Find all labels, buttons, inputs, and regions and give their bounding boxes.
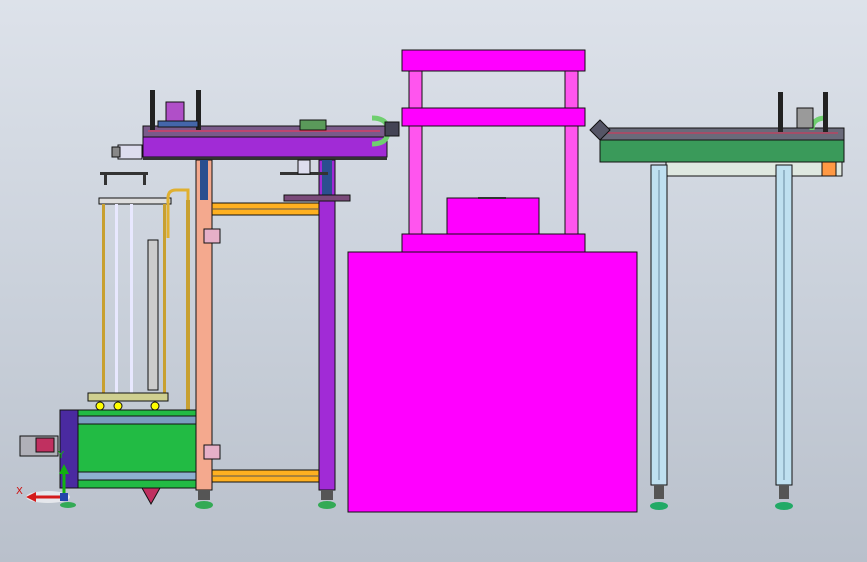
triad-y-label: Y	[58, 450, 65, 461]
hydraulic-press[interactable]	[347, 49, 638, 513]
machine-assembly-drawing	[19, 49, 845, 513]
material-magazine[interactable]	[87, 188, 190, 411]
coordinate-triad-icon	[26, 464, 70, 503]
cad-viewport[interactable]: X Y	[0, 0, 867, 562]
triad-x-label: X	[16, 486, 23, 497]
